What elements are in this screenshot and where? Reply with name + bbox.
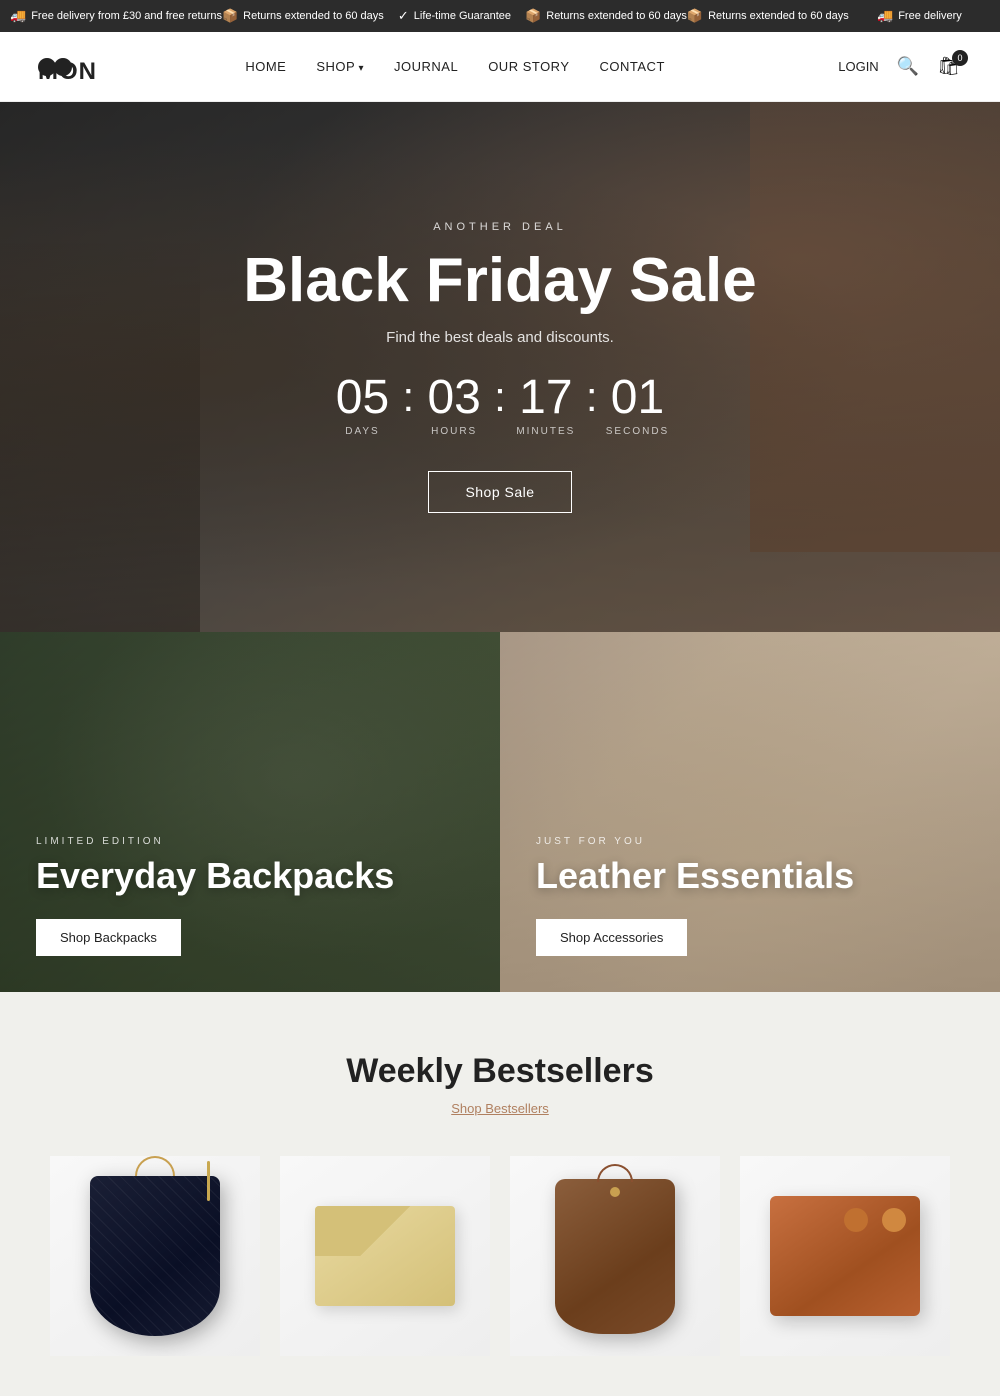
products-grid: [40, 1156, 960, 1356]
hero-person-left: [0, 232, 200, 632]
truck-icon: 🚚: [10, 8, 26, 24]
product-image-2: [280, 1156, 490, 1356]
cart-button[interactable]: 🛍 0: [937, 56, 960, 77]
product-card-3[interactable]: [510, 1156, 720, 1356]
announcement-item: 🚚 Free delivery: [849, 8, 990, 24]
countdown-seconds: 01 SECONDS: [603, 374, 673, 437]
product-image-4: [740, 1156, 950, 1356]
hero-description: Find the best deals and discounts.: [243, 329, 757, 346]
nav-home[interactable]: HOME: [245, 59, 286, 74]
hero-content: ANOTHER DEAL Black Friday Sale Find the …: [243, 221, 757, 513]
countdown-separator-2: :: [489, 376, 511, 418]
shop-backpacks-button[interactable]: Shop Backpacks: [36, 919, 181, 956]
box-icon-2: 📦: [525, 8, 541, 24]
shop-bestsellers-link[interactable]: Shop Bestsellers: [40, 1101, 960, 1116]
bestsellers-section: Weekly Bestsellers Shop Bestsellers: [0, 992, 1000, 1396]
bag-envelope-visual: [315, 1206, 455, 1306]
countdown-hours-value: 03: [419, 374, 489, 422]
shop-accessories-button[interactable]: Shop Accessories: [536, 919, 687, 956]
shop-sale-button[interactable]: Shop Sale: [428, 471, 571, 513]
main-nav: HOME SHOP JOURNAL OUR STORY CONTACT: [245, 59, 665, 74]
panel-left-title: Everyday Backpacks: [36, 855, 464, 897]
box-icon-3: 📦: [687, 8, 703, 24]
announcement-text: Life-time Guarantee: [414, 10, 511, 22]
bag-bucket-visual: [555, 1179, 675, 1334]
bag-crossbody-visual: [770, 1196, 920, 1316]
countdown-seconds-value: 01: [603, 374, 673, 422]
countdown-hours-label: HOURS: [419, 426, 489, 437]
accessories-panel: JUST FOR YOU Leather Essentials Shop Acc…: [500, 632, 1000, 992]
product-card-1[interactable]: [50, 1156, 260, 1356]
countdown-hours: 03 HOURS: [419, 374, 489, 437]
announcement-item: 🚚 Free delivery from £30 and free return…: [10, 8, 222, 24]
logo[interactable]: MON: [40, 53, 72, 81]
product-image-1: [50, 1156, 260, 1356]
announcement-item: 📦 Returns extended to 60 days: [222, 8, 384, 24]
panel-right-tag: JUST FOR YOU: [536, 836, 964, 847]
panel-left-tag: LIMITED EDITION: [36, 836, 464, 847]
bag-croc-visual: [90, 1176, 220, 1336]
hero-person-right: [750, 102, 1000, 552]
announcement-bar: 🚚 Free delivery from £30 and free return…: [0, 0, 1000, 32]
countdown-days: 05 DAYS: [327, 374, 397, 437]
panel-right-title: Leather Essentials: [536, 855, 964, 897]
announcement-text: Returns extended to 60 days: [708, 10, 849, 22]
product-card-4[interactable]: [740, 1156, 950, 1356]
truck-icon-2: 🚚: [877, 8, 893, 24]
product-card-2[interactable]: [280, 1156, 490, 1356]
box-icon: 📦: [222, 8, 238, 24]
announcement-item: 📦 Returns extended to 60 days: [687, 8, 849, 24]
nav-journal[interactable]: JOURNAL: [394, 59, 458, 74]
check-icon: ✓: [398, 8, 409, 24]
announcement-text: Returns extended to 60 days: [243, 10, 384, 22]
search-icon[interactable]: 🔍: [897, 56, 919, 77]
hero-subtitle: ANOTHER DEAL: [243, 221, 757, 233]
countdown-minutes: 17 MINUTES: [511, 374, 581, 437]
announcement-item: ✓ Life-time Guarantee: [384, 8, 525, 24]
countdown-separator-1: :: [397, 376, 419, 418]
countdown-days-value: 05: [327, 374, 397, 422]
nav-our-story[interactable]: OUR STORY: [488, 59, 569, 74]
product-image-3: [510, 1156, 720, 1356]
countdown-days-label: DAYS: [327, 426, 397, 437]
announcement-text: Free delivery: [898, 10, 962, 22]
cart-badge: 0: [952, 50, 968, 66]
countdown-seconds-label: SECONDS: [603, 426, 673, 437]
header: MON HOME SHOP JOURNAL OUR STORY CONTACT …: [0, 32, 1000, 102]
countdown-minutes-label: MINUTES: [511, 426, 581, 437]
bestsellers-title: Weekly Bestsellers: [40, 1052, 960, 1091]
countdown-minutes-value: 17: [511, 374, 581, 422]
countdown-separator-3: :: [581, 376, 603, 418]
header-right: LOGIN 🔍 🛍 0: [838, 56, 960, 77]
hero-title: Black Friday Sale: [243, 247, 757, 315]
hero-section: ANOTHER DEAL Black Friday Sale Find the …: [0, 102, 1000, 632]
announcement-text: Returns extended to 60 days: [546, 10, 687, 22]
nav-shop[interactable]: SHOP: [316, 59, 364, 74]
announcement-text: Free delivery from £30 and free returns: [31, 10, 222, 22]
announcement-item: 📦 Returns extended to 60 days: [525, 8, 687, 24]
two-panel-section: LIMITED EDITION Everyday Backpacks Shop …: [0, 632, 1000, 992]
countdown-timer: 05 DAYS : 03 HOURS : 17 MINUTES : 01 SEC…: [243, 374, 757, 437]
backpacks-panel: LIMITED EDITION Everyday Backpacks Shop …: [0, 632, 500, 992]
nav-contact[interactable]: CONTACT: [600, 59, 665, 74]
login-link[interactable]: LOGIN: [838, 59, 878, 74]
